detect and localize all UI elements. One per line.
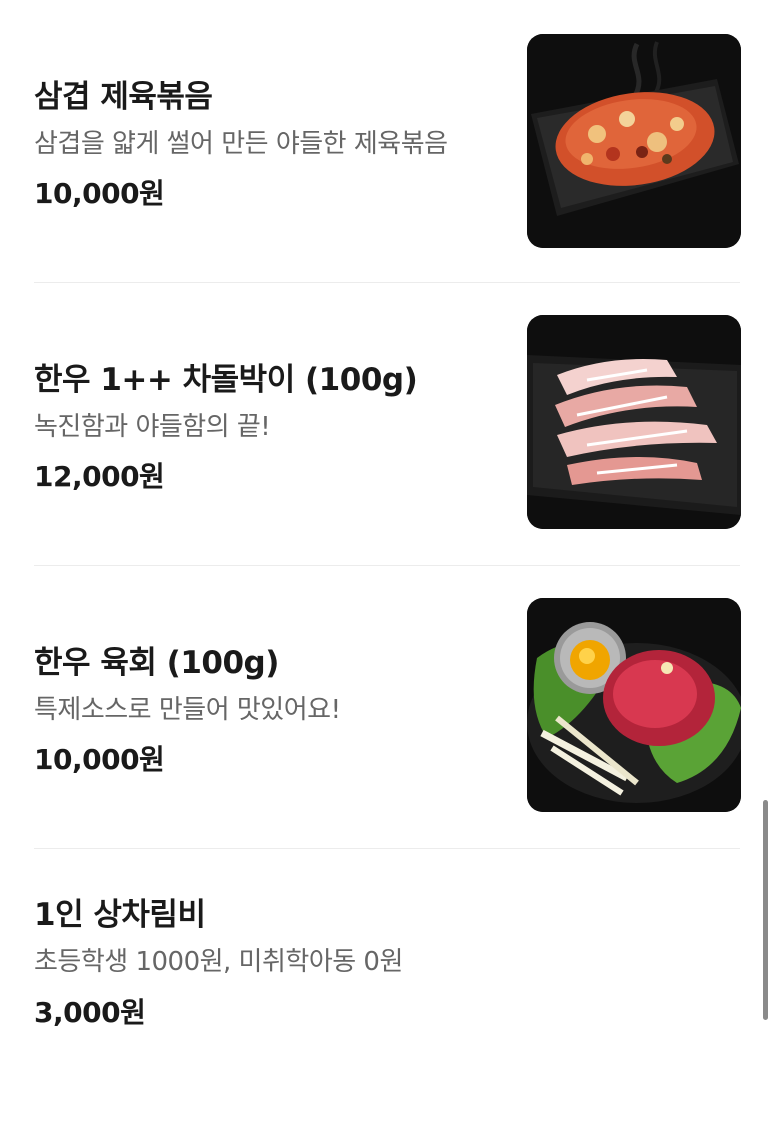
divider xyxy=(34,282,740,283)
menu-item-description: 특제소스로 만들어 맛있어요! xyxy=(34,695,341,725)
beef-brisket-slices-photo[interactable] xyxy=(527,315,741,529)
menu-item[interactable]: 한우 육회 (100g) 특제소스로 만들어 맛있어요! 10,000원 xyxy=(0,565,773,848)
menu-item-price: 10,000원 xyxy=(34,743,165,776)
divider xyxy=(34,848,740,849)
menu-item-name: 한우 육회 (100g) xyxy=(34,645,279,681)
menu-list: 삼겹 제육볶음 삼겹을 얇게 썰어 만든 야들한 제육볶음 10,000원 한우… xyxy=(0,0,773,1049)
beef-tartare-photo[interactable] xyxy=(527,598,741,812)
menu-item[interactable]: 1인 상차림비 초등학생 1000원, 미취학아동 0원 3,000원 xyxy=(0,848,773,1131)
menu-item-price: 12,000원 xyxy=(34,460,165,493)
spicy-pork-stirfry-photo[interactable] xyxy=(527,34,741,248)
menu-item-description: 초등학생 1000원, 미취학아동 0원 xyxy=(34,947,403,977)
menu-item-name: 삼겹 제육볶음 xyxy=(34,79,213,115)
menu-item[interactable]: 삼겹 제육볶음 삼겹을 얇게 썰어 만든 야들한 제육볶음 10,000원 xyxy=(0,0,773,282)
scrollbar[interactable] xyxy=(763,800,768,1020)
menu-item-description: 삼겹을 얇게 썰어 만든 야들한 제육볶음 xyxy=(34,129,448,159)
menu-item-price: 10,000원 xyxy=(34,177,165,210)
menu-item-description: 녹진함과 야들함의 끝! xyxy=(34,412,271,442)
menu-item[interactable]: 한우 1++ 차돌박이 (100g) 녹진함과 야들함의 끝! 12,000원 xyxy=(0,282,773,565)
menu-item-name: 한우 1++ 차돌박이 (100g) xyxy=(34,362,418,398)
menu-item-name: 1인 상차림비 xyxy=(34,897,206,933)
divider xyxy=(34,565,740,566)
menu-item-price: 3,000원 xyxy=(34,996,146,1029)
